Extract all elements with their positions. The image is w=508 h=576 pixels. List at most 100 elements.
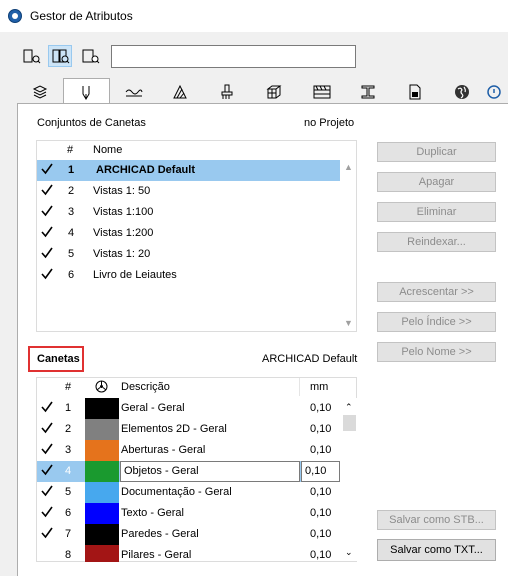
penset-name: ARCHICAD Default — [96, 164, 195, 176]
append-button[interactable]: Acrescentar >> — [377, 282, 496, 302]
tab-more[interactable] — [486, 80, 508, 104]
pen-row[interactable]: 5 Documentação - Geral 0,10 — [37, 482, 340, 503]
side-by-side-view-icon[interactable] — [48, 45, 72, 67]
col-header-num[interactable]: # — [67, 144, 73, 156]
by-index-button[interactable]: Pelo Índice >> — [377, 312, 496, 332]
tab-composites[interactable] — [298, 80, 345, 104]
save-as-txt-button[interactable]: Salvar como TXT... — [377, 539, 496, 561]
pen-color-swatch[interactable] — [85, 503, 119, 524]
tab-layers[interactable] — [17, 80, 64, 104]
pen-row[interactable]: 2 Elementos 2D - Geral 0,10 — [37, 419, 340, 440]
single-view-icon[interactable] — [78, 45, 102, 67]
tab-building-materials[interactable] — [251, 80, 298, 104]
penset-name: Vistas 1: 20 — [93, 248, 151, 260]
pen-num: 2 — [65, 423, 72, 435]
penset-row[interactable]: 5 Vistas 1: 20 — [37, 244, 340, 265]
penset-num: 1 — [68, 164, 75, 176]
pen-num: 5 — [65, 486, 72, 498]
more-tabs-icon — [487, 85, 501, 99]
col-header-name[interactable]: Nome — [93, 144, 122, 156]
save-as-stb-button[interactable]: Salvar como STB... — [377, 510, 496, 530]
pen-color-swatch[interactable] — [85, 461, 119, 482]
tab-profiles[interactable] — [345, 80, 392, 104]
scroll-up-icon[interactable]: ▲ — [344, 162, 353, 172]
check-icon[interactable] — [41, 226, 53, 238]
check-icon[interactable] — [41, 527, 53, 539]
reindex-button[interactable]: Reindexar... — [377, 232, 496, 252]
check-icon[interactable] — [41, 184, 53, 196]
penset-row[interactable]: 3 Vistas 1:100 — [37, 202, 340, 223]
pen-row[interactable]: 8 Pilares - Geral 0,10 — [37, 545, 340, 562]
tab-markup-styles[interactable] — [439, 80, 486, 104]
check-icon[interactable] — [41, 422, 53, 434]
pen-row[interactable]: 4 Objetos - Geral 0,10 — [37, 461, 340, 482]
eliminate-button[interactable]: Eliminar — [377, 202, 496, 222]
penset-row[interactable]: 1 ARCHICAD Default — [37, 160, 340, 181]
check-icon[interactable] — [41, 401, 53, 413]
list-view-icon[interactable] — [19, 45, 43, 67]
col-header-description[interactable]: Descrição — [121, 381, 170, 393]
check-icon[interactable] — [41, 443, 53, 455]
penset-num: 6 — [68, 269, 75, 281]
by-name-button[interactable]: Pelo Nome >> — [377, 342, 496, 362]
check-icon[interactable] — [41, 268, 53, 280]
pen-color-swatch[interactable] — [85, 545, 119, 562]
pen-description-field[interactable]: Objetos - Geral — [120, 461, 300, 482]
pen-description: Aberturas - Geral — [121, 444, 206, 456]
search-input[interactable] — [111, 45, 356, 68]
pen-description: Objetos - Geral — [124, 465, 199, 477]
delete-button[interactable]: Apagar — [377, 172, 496, 192]
penset-name: Vistas 1: 50 — [93, 185, 151, 197]
pen-color-swatch[interactable] — [85, 524, 119, 545]
penset-num: 3 — [68, 206, 75, 218]
col-header-mm[interactable]: mm — [310, 381, 328, 393]
tab-line-types[interactable] — [110, 80, 157, 104]
pen-row[interactable]: 7 Paredes - Geral 0,10 — [37, 524, 340, 545]
scroll-thumb[interactable] — [343, 415, 356, 431]
check-icon[interactable] — [41, 205, 53, 217]
check-icon[interactable] — [41, 464, 53, 476]
color-wheel-icon[interactable] — [95, 380, 108, 393]
pen-row[interactable]: 1 Geral - Geral 0,10 — [37, 398, 340, 419]
pen-num: 4 — [65, 465, 72, 477]
check-icon[interactable] — [41, 485, 53, 497]
tab-fill-types[interactable] — [157, 80, 204, 104]
pens-scrollbar[interactable]: ⌃ ⌄ — [341, 398, 357, 561]
pen-row[interactable]: 6 Texto - Geral 0,10 — [37, 503, 340, 524]
building-materials-icon — [266, 85, 282, 99]
pen-num: 3 — [65, 444, 72, 456]
pen-color-swatch[interactable] — [85, 398, 119, 419]
pen-row[interactable]: 3 Aberturas - Geral 0,10 — [37, 440, 340, 461]
line-types-icon — [125, 89, 143, 97]
pen-num: 8 — [65, 549, 72, 561]
penset-row[interactable]: 6 Livro de Leiautes — [37, 265, 340, 286]
penset-num: 2 — [68, 185, 75, 197]
scroll-down-icon[interactable]: ▼ — [344, 318, 353, 328]
tab-zone-categories[interactable] — [392, 80, 439, 104]
pen-weight: 0,10 — [310, 528, 332, 540]
pen-color-swatch[interactable] — [85, 482, 119, 503]
pen-color-swatch[interactable] — [85, 419, 119, 440]
pen-weight-field[interactable]: 0,10 — [301, 461, 340, 482]
pen-weight: 0,10 — [310, 486, 332, 498]
pens-list: # Descrição mm 1 Geral - Geral 0,10 2 El… — [36, 377, 357, 562]
pensets-list-header: # Nome — [37, 141, 356, 159]
tab-pens[interactable] — [63, 78, 110, 104]
check-icon[interactable] — [41, 506, 53, 518]
pen-num: 7 — [65, 528, 72, 540]
scroll-down-icon[interactable]: ⌄ — [345, 547, 353, 558]
pen-color-swatch[interactable] — [85, 440, 119, 461]
check-icon[interactable] — [41, 163, 53, 175]
pen-description: Pilares - Geral — [121, 549, 192, 561]
pensets-scrollbar[interactable]: ▲ ▼ — [340, 160, 356, 331]
pen-weight: 0,10 — [310, 423, 332, 435]
globe-icon — [455, 85, 469, 99]
penset-row[interactable]: 2 Vistas 1: 50 — [37, 181, 340, 202]
scroll-up-icon[interactable]: ⌃ — [345, 402, 353, 413]
col-header-num[interactable]: # — [65, 381, 71, 393]
penset-row[interactable]: 4 Vistas 1:200 — [37, 223, 340, 244]
tab-surfaces[interactable] — [204, 80, 251, 104]
layers-icon — [32, 85, 48, 99]
check-icon[interactable] — [41, 247, 53, 259]
duplicate-button[interactable]: Duplicar — [377, 142, 496, 162]
